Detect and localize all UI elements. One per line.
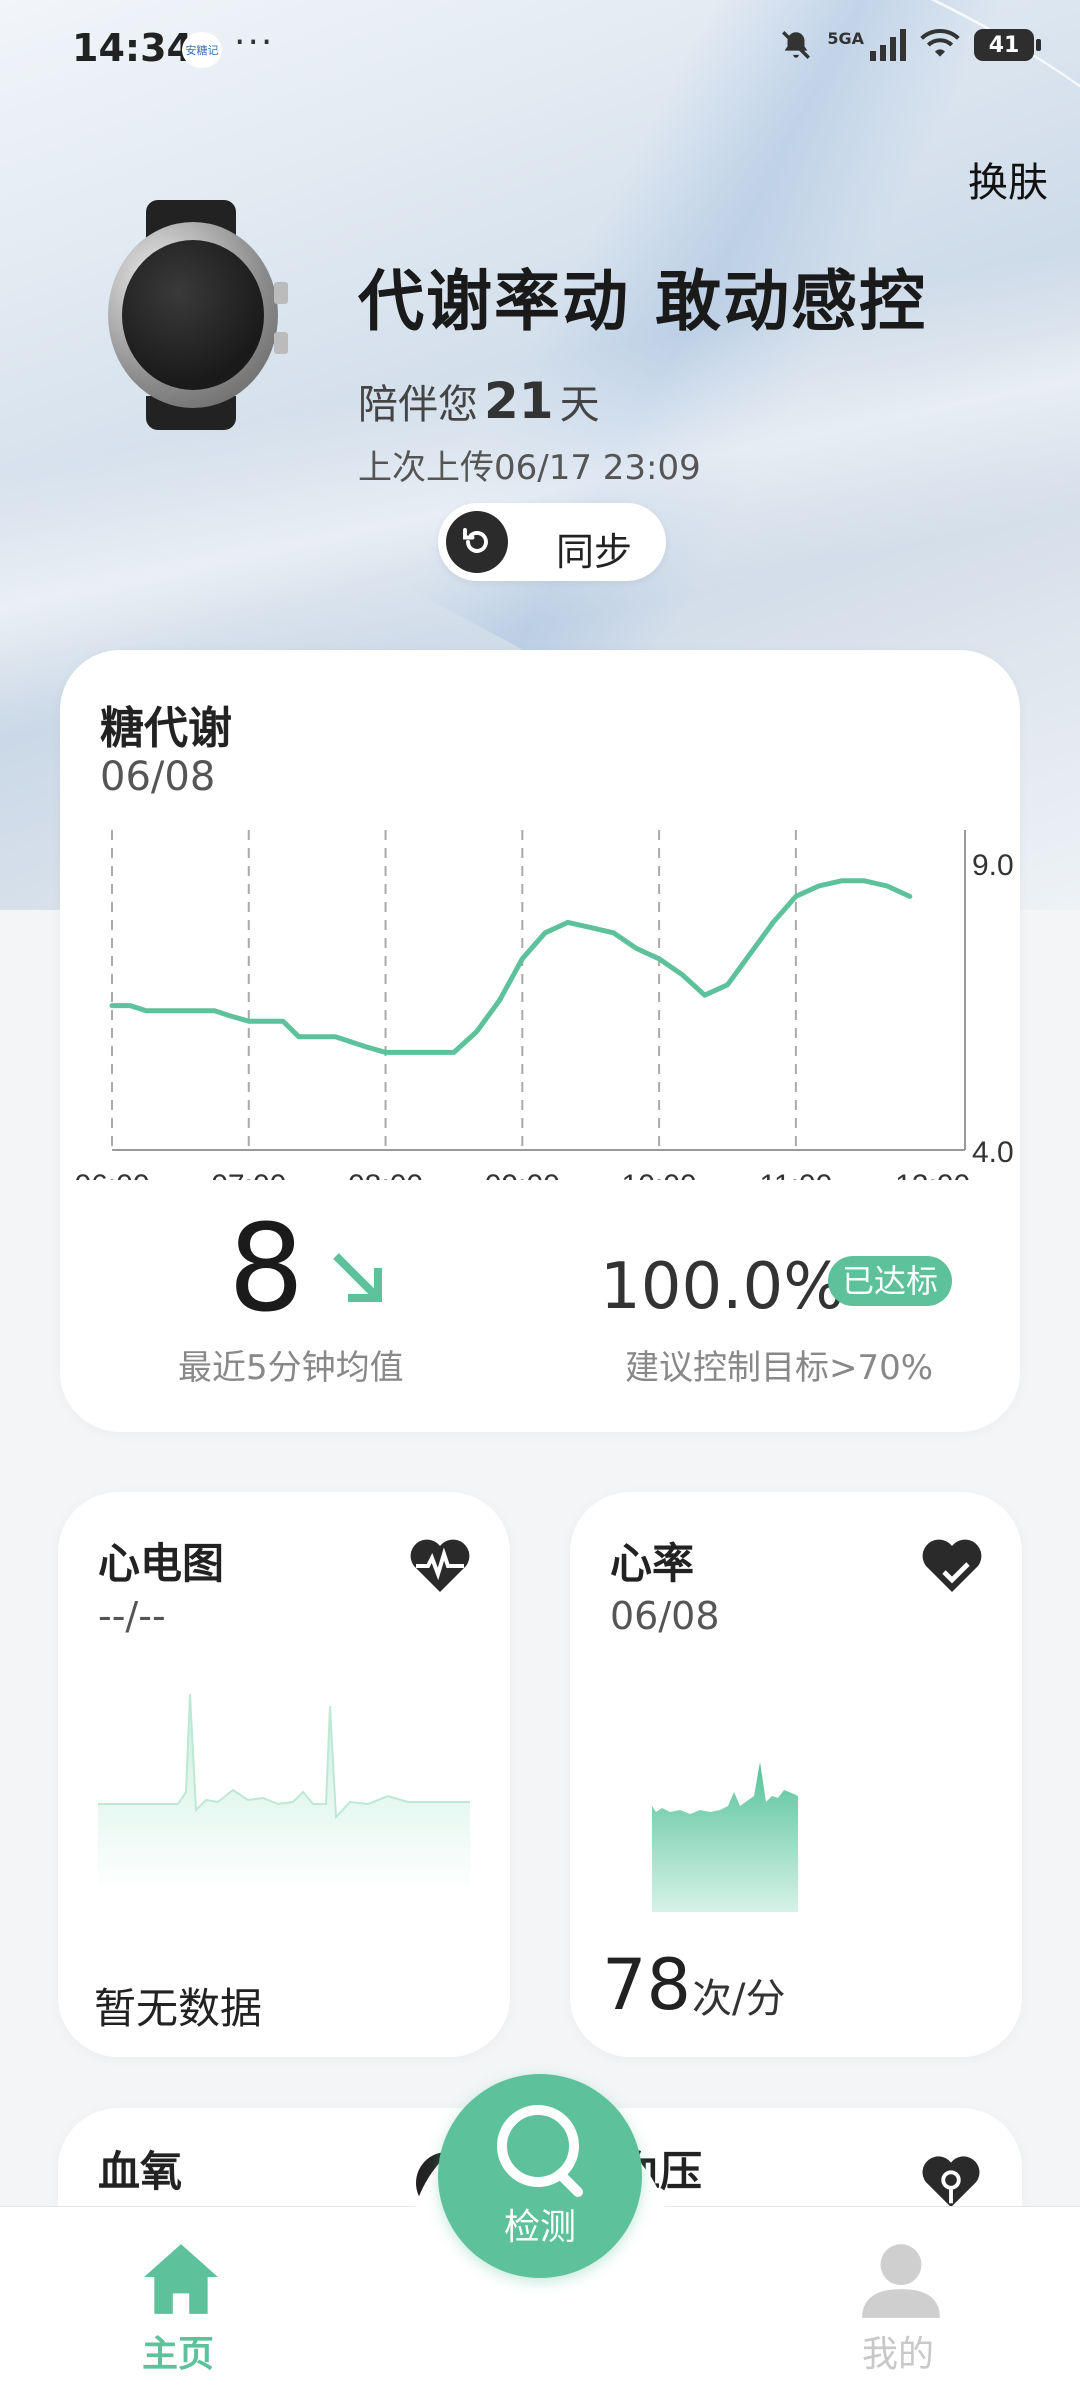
detect-icon — [490, 2100, 590, 2200]
chart-x-tick-label: 11:00 — [759, 1169, 832, 1180]
target-met-badge: 已达标 — [828, 1256, 952, 1306]
nav-home[interactable]: 主页 — [142, 2325, 214, 2377]
chart-x-tick-label: 10:00 — [622, 1169, 697, 1180]
sync-icon — [446, 511, 508, 573]
status-bar: 14:34 安糖记 ··· 5GA 41 — [0, 0, 1080, 100]
battery-icon: 41 — [974, 29, 1034, 61]
chart-x-tick-label: 06:00 — [74, 1169, 149, 1180]
companion-days: 陪伴您21天 — [358, 372, 600, 430]
last-upload-time: 上次上传06/17 23:09 — [358, 440, 701, 489]
glucose-avg-label: 最近5分钟均值 — [178, 1340, 404, 1389]
companion-suffix: 天 — [560, 382, 600, 428]
ecg-title: 心电图 — [98, 1530, 224, 1591]
change-skin-button[interactable]: 换肤 — [968, 150, 1048, 208]
status-time: 14:34 — [72, 26, 193, 70]
hr-area-chart — [650, 1762, 800, 1912]
bp-heart-icon — [920, 2152, 982, 2210]
mute-bell-icon — [779, 28, 813, 62]
chart-y-tick-label: 9.0 — [972, 849, 1014, 882]
sync-label: 同步 — [556, 521, 632, 576]
glucose-chart: 06:00 07:00 08:00 09:00 10:00 11:00 12:00 9.0 4.… — [60, 810, 1020, 1180]
glucose-date: 06/08 — [100, 754, 215, 800]
chart-x-tick-label: 09:00 — [485, 1169, 560, 1180]
detect-label: 检测 — [438, 2198, 642, 2250]
wifi-icon — [920, 29, 960, 61]
hr-date: 06/08 — [610, 1594, 720, 1638]
ecg-date: --/-- — [98, 1594, 166, 1638]
heart-ecg-icon — [408, 1536, 472, 1594]
chart-x-tick-label: 08:00 — [348, 1169, 423, 1180]
battery-level: 41 — [989, 33, 1020, 58]
target-label: 建议控制目标>70% — [625, 1340, 933, 1389]
trend-down-arrow-icon — [328, 1248, 388, 1308]
hr-value: 78 — [602, 1944, 691, 2026]
glucose-series-line — [112, 881, 910, 1053]
ecg-empty-text: 暂无数据 — [94, 1975, 262, 2036]
chart-y-tick-label: 4.0 — [972, 1136, 1014, 1169]
glucose-card[interactable]: 糖代谢 06/08 06:00 07:00 08:00 09:00 10:00 11:00… — [60, 650, 1020, 1432]
hr-unit: 次/分 — [692, 1966, 785, 2024]
app-notification-icon: 安糖记 — [182, 32, 222, 68]
sync-button[interactable]: 同步 — [438, 503, 666, 581]
device-slogan: 代谢率动 敢动感控 — [358, 248, 927, 344]
network-type: 5GA — [827, 29, 864, 48]
glucose-title: 糖代谢 — [100, 692, 232, 756]
detect-button[interactable]: 检测 — [438, 2074, 642, 2278]
signal-icon — [870, 29, 906, 61]
companion-prefix: 陪伴您 — [358, 382, 478, 428]
spo2-title: 血氧 — [98, 2138, 182, 2199]
heart-rate-card[interactable]: 心率 06/08 78 次/分 — [570, 1492, 1022, 2057]
more-notifications-icon: ··· — [234, 22, 274, 63]
glucose-avg-value: 8 — [228, 1200, 304, 1339]
companion-days-number: 21 — [484, 372, 554, 430]
home-icon[interactable] — [140, 2239, 222, 2319]
profile-icon[interactable] — [856, 2241, 946, 2321]
watch-image — [98, 200, 288, 430]
chart-x-tick-label: 07:00 — [211, 1169, 286, 1180]
target-percent: 100.0% — [600, 1250, 844, 1324]
nav-me[interactable]: 我的 — [862, 2325, 934, 2377]
chart-x-tick-label: 12:00 — [895, 1169, 970, 1180]
hr-title: 心率 — [610, 1530, 694, 1591]
heart-check-icon — [920, 1536, 984, 1594]
ecg-card[interactable]: 心电图 --/-- 暂无数据 — [58, 1492, 510, 2057]
ecg-waveform — [98, 1692, 470, 1892]
